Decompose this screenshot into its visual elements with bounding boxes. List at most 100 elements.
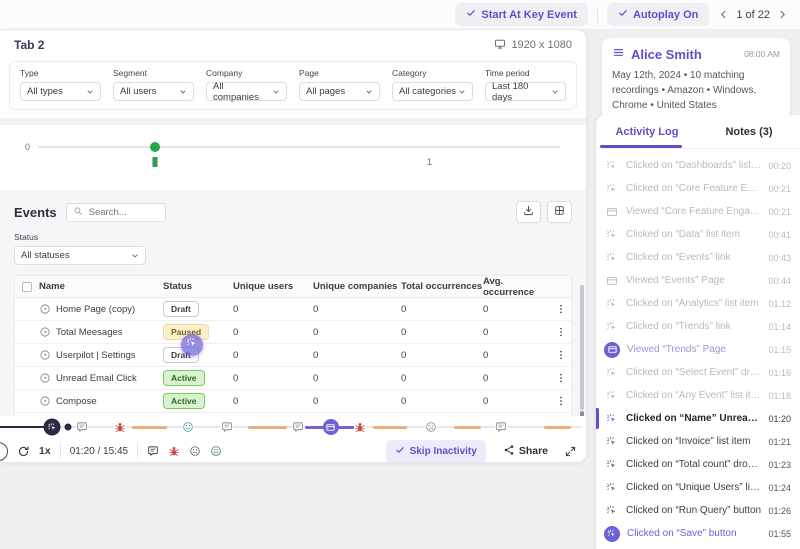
filter-select[interactable]: Last 180 days [485, 82, 566, 101]
row-menu-button[interactable] [551, 395, 571, 407]
filter-select-value: Last 180 days [492, 81, 551, 103]
row-menu-button[interactable] [551, 349, 571, 361]
skip-inactivity-button[interactable]: Skip Inactivity [386, 440, 486, 463]
inactivity-segment[interactable] [544, 426, 571, 429]
chevron-right-icon[interactable] [777, 9, 788, 20]
playback-timeline[interactable] [0, 416, 586, 438]
filter-select[interactable]: All companies [206, 82, 287, 101]
scrollbar-thumb[interactable] [580, 285, 584, 410]
cursor-click-icon [604, 181, 619, 196]
activity-timestamp: 01:26 [768, 506, 791, 516]
activity-item[interactable]: Clicked on “Events” link00:43 [596, 246, 800, 269]
note-icon[interactable] [76, 421, 88, 433]
metric-cell: 0 [401, 327, 483, 338]
metric-cell: 0 [233, 327, 313, 338]
activity-text: Clicked on “Select Event” dropdown [626, 367, 761, 378]
activity-item[interactable]: Clicked on “Invoice” list item01:21 [596, 430, 800, 453]
activity-item[interactable]: Clicked on “Data” list item00:41 [596, 223, 800, 246]
frown-icon[interactable] [425, 421, 437, 433]
activity-item[interactable]: Clicked on “Total count” dropdown01:23 [596, 453, 800, 476]
cursor-click-icon [604, 480, 619, 495]
bug-icon[interactable] [168, 445, 180, 457]
replay-skip-icon[interactable] [17, 445, 30, 458]
activity-item[interactable]: Clicked on “Save” button01:55 [596, 522, 800, 545]
frown-icon[interactable] [189, 445, 201, 457]
activity-item[interactable]: Clicked on “Any Event” list item01:18 [596, 384, 800, 407]
viewed-page-icon[interactable] [323, 419, 339, 435]
row-menu-button[interactable] [551, 303, 571, 315]
table-row[interactable]: Userpilot | SettingsDraft0000 [15, 344, 571, 367]
viewed-page-filled-icon [604, 342, 620, 358]
playback-speed-button[interactable]: 1x [39, 445, 51, 457]
activity-text: Clicked on “Data” list item [626, 229, 761, 240]
activity-item[interactable]: Clicked on “Analytics” list item01:12 [596, 292, 800, 315]
activity-timestamp: 01:21 [768, 437, 791, 447]
play-pause-button[interactable] [0, 442, 8, 461]
start-at-key-event-button[interactable]: Start At Key Event [455, 3, 588, 26]
filter-select[interactable]: All categories [392, 82, 473, 101]
select-all-checkbox[interactable] [22, 282, 32, 292]
note-icon[interactable] [147, 445, 159, 457]
tab-activity-log[interactable]: Activity Log [596, 115, 698, 148]
inactivity-segment[interactable] [132, 426, 167, 429]
smiley-icon[interactable] [210, 445, 222, 457]
timeline-playhead[interactable] [44, 419, 61, 436]
search-input[interactable] [87, 206, 157, 219]
check-icon [466, 8, 476, 21]
row-menu-button[interactable] [551, 372, 571, 384]
filter-select[interactable]: All users [113, 82, 194, 101]
note-icon[interactable] [495, 421, 507, 433]
session-meta: May 12th, 2024 • 10 matching recordings … [612, 68, 780, 113]
activity-text: Viewed “Core Feature Engagment” [626, 206, 761, 217]
tab-notes[interactable]: Notes (3) [698, 115, 800, 148]
download-icon [523, 203, 534, 221]
activity-item[interactable]: Clicked on “Run Query” button01:26 [596, 499, 800, 522]
chart-data-point[interactable] [150, 142, 160, 152]
note-icon[interactable] [292, 421, 304, 433]
activity-item[interactable]: Viewed “Events” Page00:44 [596, 269, 800, 292]
note-icon[interactable] [221, 421, 233, 433]
activity-item[interactable]: Clicked on “Name” Unread Email C...01:20 [596, 407, 800, 430]
activity-timestamp: 01:55 [768, 529, 791, 539]
bug-icon[interactable] [354, 421, 366, 433]
activity-item[interactable]: Viewed “Core Feature Engagment”00:21 [596, 200, 800, 223]
events-search[interactable] [66, 203, 166, 222]
sidebar-tabs: Activity Log Notes (3) [596, 115, 800, 149]
user-name[interactable]: Alice Smith [612, 46, 702, 62]
metric-cell: 0 [313, 327, 401, 338]
chevron-left-icon[interactable] [718, 9, 729, 20]
metric-cell: 0 [313, 396, 401, 407]
columns-button[interactable] [547, 201, 572, 223]
activity-item[interactable]: Clicked on “Core Feature Engagem...00:21 [596, 177, 800, 200]
filter-select[interactable]: All types [20, 82, 101, 101]
filter-select-value: All companies [213, 81, 272, 103]
filter-select[interactable]: All pages [299, 82, 380, 101]
activity-item[interactable]: Clicked on “Select Event” dropdown01:16 [596, 361, 800, 384]
inactivity-segment[interactable] [454, 426, 481, 429]
inactivity-segment[interactable] [248, 426, 287, 429]
page-title: Tab 2 [14, 38, 44, 52]
inactivity-segment[interactable] [373, 426, 407, 429]
fullscreen-button[interactable] [565, 446, 576, 457]
activity-item[interactable]: Clicked on “Dashboards” list item00:20 [596, 154, 800, 177]
activity-item[interactable]: Viewed “Trends” Page01:15 [596, 338, 800, 361]
autoplay-label: Autoplay On [633, 9, 698, 21]
row-menu-button[interactable] [551, 326, 571, 338]
timeline-event-dot[interactable] [64, 424, 71, 431]
column-header: Unique companies [313, 281, 401, 292]
autoplay-button[interactable]: Autoplay On [607, 3, 709, 26]
bug-icon[interactable] [114, 421, 126, 433]
share-button[interactable]: Share [497, 443, 554, 460]
cursor-click-icon [604, 503, 619, 518]
activity-text: Clicked on “Total count” dropdown [626, 459, 761, 470]
status-select[interactable]: All statuses [14, 246, 146, 265]
activity-item[interactable]: Clicked on “Unique Users” list item01:24 [596, 476, 800, 499]
table-row[interactable]: Home Page (copy)Draft0000 [15, 298, 571, 321]
download-button[interactable] [516, 201, 541, 223]
filter-label: Category [392, 68, 473, 78]
table-row[interactable]: Unread Email ClickActive0000 [15, 367, 571, 390]
table-row[interactable]: Total MeesagesPaused0000 [15, 321, 571, 344]
activity-item[interactable]: Clicked on “Trends” link01:14 [596, 315, 800, 338]
table-row[interactable]: ComposeActive0000 [15, 390, 571, 413]
smiley-icon[interactable] [182, 421, 194, 433]
